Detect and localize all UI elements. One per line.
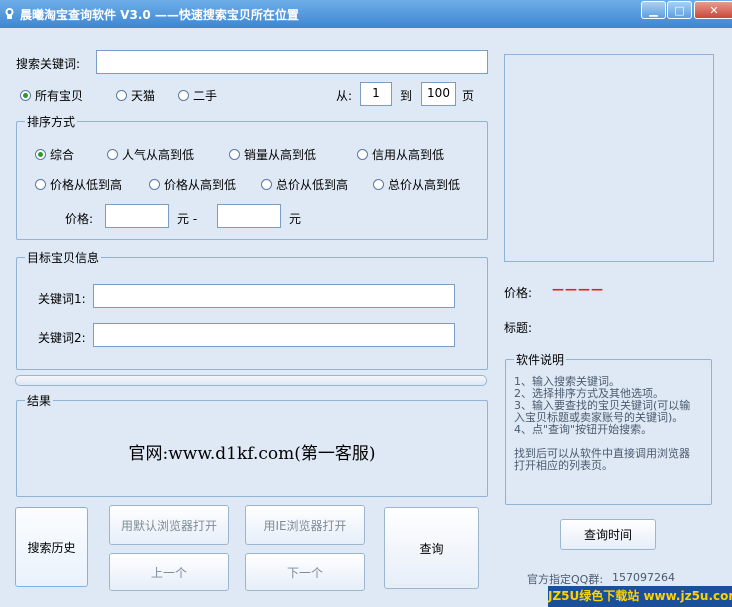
result-text: 官网:www.d1kf.com(第一客服): [128, 444, 376, 464]
price-max-input[interactable]: [217, 204, 281, 228]
keyword1-input[interactable]: [93, 284, 455, 308]
radio-label: 价格从高到低: [164, 178, 237, 192]
keyword2-input[interactable]: [93, 323, 455, 347]
sort-option-total-desc[interactable]: 总价从高到低: [373, 176, 460, 193]
sort-option-credit-desc[interactable]: 信用从高到低: [357, 146, 444, 163]
radio-dot: [116, 90, 127, 101]
instruction-line: 找到后可以从软件中直接调用浏览器打开相应的列表页。: [514, 447, 690, 472]
window-title: 晨曦淘宝查询软件 V3.0 ——快速搜索宝贝所在位置: [20, 8, 299, 22]
radio-all-items[interactable]: 所有宝贝: [20, 87, 83, 104]
keyword1-label: 关键词1:: [38, 292, 86, 306]
title-bar[interactable]: 晨曦淘宝查询软件 V3.0 ——快速搜索宝贝所在位置 ▁ □ ✕: [0, 0, 732, 28]
close-button[interactable]: ✕: [694, 1, 732, 19]
result-title-label: 标题:: [504, 321, 533, 335]
radio-label: 总价从高到低: [388, 178, 461, 192]
radio-dot: [229, 149, 240, 160]
radio-tmall[interactable]: 天猫: [116, 87, 155, 104]
qq-group-number: 157097264: [612, 571, 675, 584]
instructions-group-title: 软件说明: [514, 351, 567, 368]
result-group: 结果 官网:www.d1kf.com(第一客服): [16, 392, 488, 497]
page-from-input[interactable]: 1: [360, 82, 392, 106]
keyword2-label: 关键词2:: [38, 331, 86, 345]
radio-label: 销量从高到低: [244, 148, 317, 162]
radio-label: 天猫: [131, 89, 156, 103]
sort-option-price-desc[interactable]: 价格从高到低: [149, 176, 236, 193]
radio-label: 二手: [193, 89, 218, 103]
sort-option-popularity-desc[interactable]: 人气从高到低: [107, 146, 194, 163]
target-group: 目标宝贝信息 关键词1: 关键词2:: [16, 249, 488, 370]
app-window: 晨曦淘宝查询软件 V3.0 ——快速搜索宝贝所在位置 ▁ □ ✕ 搜索关键词: …: [0, 0, 732, 607]
prev-button[interactable]: 上一个: [109, 553, 229, 591]
radio-label: 信用从高到低: [372, 148, 445, 162]
instructions-text: 1、输入搜索关键词。 2、选择排序方式及其他选项。 3、输入要查找的宝贝关键词(…: [514, 376, 700, 472]
price-range-label: 价格:: [65, 212, 94, 226]
instruction-line: 4、点"查询"按钮开始搜索。: [514, 423, 653, 436]
radio-dot: [107, 149, 118, 160]
sort-group-title: 排序方式: [25, 113, 78, 130]
radio-label: 综合: [50, 148, 75, 162]
open-default-browser-button[interactable]: 用默认浏览器打开: [109, 505, 229, 545]
sort-option-total-asc[interactable]: 总价从低到高: [261, 176, 348, 193]
radio-dot: [149, 179, 160, 190]
minimize-button[interactable]: ▁: [641, 1, 666, 19]
open-ie-browser-button[interactable]: 用IE浏览器打开: [245, 505, 365, 545]
radio-dot: [178, 90, 189, 101]
query-time-button[interactable]: 查询时间: [560, 519, 656, 550]
from-label: 从:: [336, 89, 353, 103]
query-button[interactable]: 查询: [384, 507, 479, 589]
radio-label: 所有宝贝: [35, 89, 84, 103]
page-unit-label: 页: [462, 89, 475, 103]
instructions-group: 软件说明 1、输入搜索关键词。 2、选择排序方式及其他选项。 3、输入要查找的宝…: [505, 351, 712, 505]
sort-option-default[interactable]: 综合: [35, 146, 74, 163]
watermark-banner: JZ5U绿色下载站 www.jz5u.com: [548, 586, 732, 607]
to-label: 到: [400, 89, 413, 103]
page-to-input[interactable]: 100: [421, 82, 456, 106]
result-group-title: 结果: [25, 392, 54, 409]
radio-dot: [35, 149, 46, 160]
radio-label: 总价从低到高: [276, 178, 349, 192]
sort-group: 排序方式 综合 人气从高到低 销量从高到低 信用从高到低 价格从低到高 价格从高…: [16, 113, 488, 240]
search-keyword-label: 搜索关键词:: [16, 57, 81, 71]
radio-dot: [357, 149, 368, 160]
radio-dot: [373, 179, 384, 190]
yuan-dash-label: 元 -: [177, 212, 198, 226]
qq-group-label: 官方指定QQ群:: [527, 573, 604, 586]
result-price-label: 价格:: [504, 286, 533, 300]
radio-dot: [261, 179, 272, 190]
radio-dot: [20, 90, 31, 101]
next-button[interactable]: 下一个: [245, 553, 365, 591]
search-history-button[interactable]: 搜索历史: [15, 507, 88, 587]
price-min-input[interactable]: [105, 204, 169, 228]
radio-label: 价格从低到高: [50, 178, 123, 192]
product-image-preview: [504, 54, 714, 262]
radio-label: 人气从高到低: [122, 148, 195, 162]
app-logo-icon: [5, 8, 14, 19]
maximize-button[interactable]: □: [667, 1, 692, 19]
instruction-line: 3、输入要查找的宝贝关键词(可以输入宝贝标题或卖家账号的关键词)。: [514, 399, 691, 424]
result-price-value: ————: [552, 282, 604, 296]
target-group-title: 目标宝贝信息: [25, 249, 102, 266]
progress-bar: [15, 375, 487, 386]
radio-dot: [35, 179, 46, 190]
radio-second-hand[interactable]: 二手: [178, 87, 217, 104]
sort-option-price-asc[interactable]: 价格从低到高: [35, 176, 122, 193]
yuan-label: 元: [289, 212, 302, 226]
search-keyword-input[interactable]: [96, 50, 488, 74]
sort-option-sales-desc[interactable]: 销量从高到低: [229, 146, 316, 163]
